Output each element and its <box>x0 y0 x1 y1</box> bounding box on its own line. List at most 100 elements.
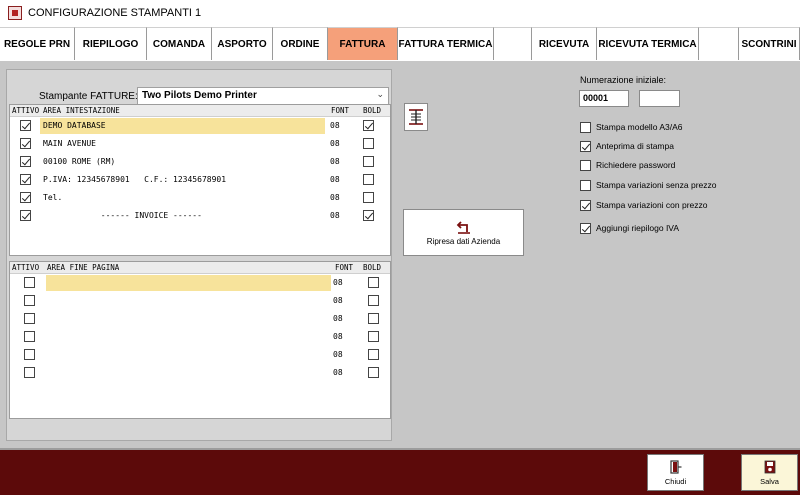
font-size-cell[interactable]: 08 <box>330 121 340 130</box>
save-button[interactable]: Salva <box>741 454 798 491</box>
tab-riepilogo[interactable]: RIEPILOGO <box>75 27 147 60</box>
tab-regole-prn[interactable]: REGOLE PRN <box>0 27 75 60</box>
numbering-suffix-input[interactable] <box>639 90 680 107</box>
option-label: Stampa variazioni senza prezzo <box>596 180 717 190</box>
option-label: Stampa variazioni con prezzo <box>596 200 708 210</box>
bold-checkbox[interactable] <box>368 277 379 288</box>
table-row: DEMO DATABASE 08 <box>10 117 390 135</box>
option-checkbox[interactable] <box>580 179 591 191</box>
option-stampa-variazioni-con-prezzo[interactable]: Stampa variazioni con prezzo <box>580 198 708 212</box>
font-size-cell[interactable]: 08 <box>333 314 343 323</box>
table-row: 08 <box>10 310 390 328</box>
option-checkbox[interactable] <box>580 140 591 152</box>
font-size-cell[interactable]: 08 <box>330 139 340 148</box>
attivo-checkbox[interactable] <box>24 331 35 342</box>
option-checkbox[interactable] <box>580 222 591 234</box>
tab-comanda[interactable]: COMANDA <box>147 27 212 60</box>
numbering-input[interactable]: 00001 <box>579 90 629 107</box>
bold-checkbox[interactable] <box>363 156 374 167</box>
option-checkbox[interactable] <box>580 199 591 211</box>
attivo-checkbox[interactable] <box>20 156 31 167</box>
area-text-cell[interactable]: ------ INVOICE ------ <box>43 211 202 220</box>
paragraph-format-icon <box>409 109 423 125</box>
table-row: 08 <box>10 364 390 382</box>
area-text-cell[interactable]: Tel. <box>43 193 62 202</box>
bold-checkbox[interactable] <box>363 192 374 203</box>
option-label: Aggiungi riepilogo IVA <box>596 223 680 233</box>
option-stampa-variazioni-senza-prezzo[interactable]: Stampa variazioni senza prezzo <box>580 178 716 192</box>
table-row: 08 <box>10 292 390 310</box>
option-richiedere-password[interactable]: Richiedere password <box>580 158 675 172</box>
printer-select[interactable]: Two Pilots Demo Printer ⌄ <box>137 87 389 105</box>
area-text-cell[interactable]: 00100 ROME (RM) <box>43 157 115 166</box>
ripresa-dati-azienda-button[interactable]: Ripresa dati Azienda <box>403 209 524 256</box>
table-row: Tel. 08 <box>10 189 390 207</box>
footer-grid-columns: ATTIVO AREA FINE PAGINA FONT BOLD <box>10 262 390 274</box>
option-anteprima-di-stampa[interactable]: Anteprima di stampa <box>580 139 674 153</box>
table-row: 08 <box>10 328 390 346</box>
attivo-checkbox[interactable] <box>24 367 35 378</box>
tab-empty[interactable] <box>699 27 739 60</box>
font-size-cell[interactable]: 08 <box>333 278 343 287</box>
bold-checkbox[interactable] <box>363 138 374 149</box>
bold-checkbox[interactable] <box>368 367 379 378</box>
bold-checkbox[interactable] <box>363 174 374 185</box>
footer-rows: 08 08 08 08 08 08 <box>10 274 390 382</box>
close-label: Chiudi <box>664 476 687 486</box>
font-size-cell[interactable]: 08 <box>333 368 343 377</box>
option-checkbox[interactable] <box>580 159 591 171</box>
bold-checkbox[interactable] <box>368 295 379 306</box>
font-size-cell[interactable]: 08 <box>330 211 340 220</box>
tab-empty[interactable] <box>494 27 532 60</box>
col-bold: BOLD <box>363 263 382 272</box>
table-row: P.IVA: 12345678901 C.F.: 12345678901 08 <box>10 171 390 189</box>
tab-fattura-termica[interactable]: FATTURA TERMICA <box>398 27 494 60</box>
attivo-checkbox[interactable] <box>20 192 31 203</box>
attivo-checkbox[interactable] <box>24 295 35 306</box>
tab-ordine[interactable]: ORDINE <box>273 27 328 60</box>
close-button[interactable]: Chiudi <box>647 454 704 491</box>
format-button[interactable] <box>404 103 428 131</box>
attivo-checkbox[interactable] <box>20 120 31 131</box>
tab-scontrini[interactable]: SCONTRINI <box>739 27 800 60</box>
tab-ricevuta[interactable]: RICEVUTA <box>532 27 597 60</box>
bold-checkbox[interactable] <box>363 120 374 131</box>
return-arrow-icon <box>456 220 470 234</box>
font-size-cell[interactable]: 08 <box>330 175 340 184</box>
tab-fattura[interactable]: FATTURA <box>328 27 398 60</box>
numbering-label: Numerazione iniziale: <box>580 75 667 85</box>
font-size-cell[interactable]: 08 <box>330 157 340 166</box>
attivo-checkbox[interactable] <box>24 313 35 324</box>
attivo-checkbox[interactable] <box>24 349 35 360</box>
table-row: 08 <box>10 346 390 364</box>
option-checkbox[interactable] <box>580 121 591 133</box>
option-stampa-modello-a3-a6[interactable]: Stampa modello A3/A6 <box>580 120 682 134</box>
option-label: Richiedere password <box>596 160 676 170</box>
chevron-down-icon: ⌄ <box>376 89 384 99</box>
bold-checkbox[interactable] <box>363 210 374 221</box>
font-size-cell[interactable]: 08 <box>330 193 340 202</box>
font-size-cell[interactable]: 08 <box>333 350 343 359</box>
attivo-checkbox[interactable] <box>20 138 31 149</box>
bold-checkbox[interactable] <box>368 331 379 342</box>
attivo-checkbox[interactable] <box>20 174 31 185</box>
tab-ricevuta-termica[interactable]: RICEVUTA TERMICA <box>597 27 699 60</box>
tab-asporto[interactable]: ASPORTO <box>212 27 273 60</box>
attivo-checkbox[interactable] <box>24 277 35 288</box>
area-text-cell[interactable]: DEMO DATABASE <box>43 121 106 130</box>
col-attivo: ATTIVO <box>12 106 40 115</box>
bold-checkbox[interactable] <box>368 313 379 324</box>
col-bold: BOLD <box>363 106 382 115</box>
option-label: Stampa modello A3/A6 <box>596 122 683 132</box>
font-size-cell[interactable]: 08 <box>333 332 343 341</box>
option-aggiungi-riepilogo-iva[interactable]: Aggiungi riepilogo IVA <box>580 221 679 235</box>
font-size-cell[interactable]: 08 <box>333 296 343 305</box>
bold-checkbox[interactable] <box>368 349 379 360</box>
col-font: FONT <box>335 263 354 272</box>
area-text-cell[interactable]: P.IVA: 12345678901 C.F.: 12345678901 <box>43 175 226 184</box>
attivo-checkbox[interactable] <box>20 210 31 221</box>
area-text-cell[interactable]: MAIN AVENUE <box>43 139 96 148</box>
tab-strip: REGOLE PRN RIEPILOGO COMANDA ASPORTO ORDINE F… <box>0 27 800 60</box>
table-row: 00100 ROME (RM) 08 <box>10 153 390 171</box>
printer-select-value: Two Pilots Demo Printer <box>142 90 257 101</box>
